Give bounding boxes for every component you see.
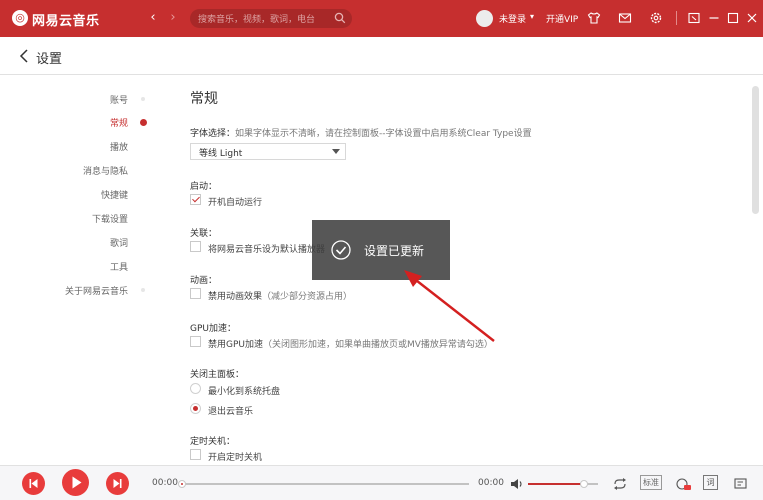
play-button[interactable] — [62, 469, 89, 496]
sidebar-item-shortcuts[interactable]: 快捷键 — [101, 188, 128, 201]
avatar[interactable] — [476, 10, 493, 27]
timer-option[interactable]: 开启定时关机 — [208, 450, 262, 463]
assoc-label: 关联： — [190, 229, 218, 239]
share-badge-icon[interactable] — [675, 476, 691, 492]
netease-logo-icon: ◎ — [12, 10, 28, 26]
progress-knob[interactable] — [178, 480, 186, 488]
chevron-down-icon — [332, 149, 340, 154]
playlist-icon[interactable] — [733, 476, 749, 492]
startup-option[interactable]: 开机自动运行 — [208, 195, 262, 208]
settings-header: 设置 — [0, 37, 763, 75]
toolbar-divider — [676, 11, 677, 25]
font-select-value: 等线 Light — [199, 149, 243, 159]
search-box[interactable]: 搜索音乐，视频，歌词，电台 — [190, 9, 352, 28]
sidebar-item-privacy[interactable]: 消息与隐私 — [83, 164, 128, 177]
animation-checkbox[interactable] — [190, 288, 201, 299]
progress-bar[interactable] — [178, 480, 469, 488]
radio-exit-app[interactable] — [190, 403, 201, 414]
player-bar: 00:00 00:00 标准 词 — [0, 465, 763, 500]
sidebar-dot — [141, 288, 145, 292]
sidebar-active-dot — [140, 119, 147, 126]
title-bar: ◎ 网易云音乐 ‹ › 搜索音乐，视频，歌词，电台 未登录 ▾ 开通VIP — [0, 0, 763, 37]
previous-button[interactable] — [22, 472, 45, 495]
sidebar-item-lyrics[interactable]: 歌词 — [110, 236, 128, 249]
play-icon — [72, 476, 82, 489]
scrollbar-thumb[interactable] — [752, 86, 759, 214]
skip-previous-icon — [29, 479, 38, 488]
search-icon[interactable] — [334, 12, 346, 24]
loop-mode-icon[interactable] — [612, 476, 628, 492]
font-select[interactable]: 等线 Light — [190, 143, 346, 160]
font-label: 字体选择：如果字体显示不清晰，请在控制面板--字体设置中启用系统Clear Ty… — [190, 126, 532, 139]
gpu-hint: （关闭图形加速，如果单曲播放页或MV播放异常请勾选） — [263, 340, 493, 350]
sidebar-item-playback[interactable]: 播放 — [110, 140, 128, 153]
gpu-option-text: 禁用GPU加速 — [208, 340, 263, 350]
mail-icon[interactable] — [617, 10, 633, 26]
maximize-icon[interactable] — [725, 10, 741, 26]
current-time: 00:00 — [152, 478, 178, 488]
section-title: 常规 — [190, 91, 218, 107]
lyrics-button[interactable]: 词 — [703, 475, 718, 490]
animation-option-text: 禁用动画效果 — [208, 292, 263, 302]
scrollbar[interactable] — [752, 80, 759, 458]
gpu-option[interactable]: 禁用GPU加速（关闭图形加速，如果单曲播放页或MV播放异常请勾选） — [208, 337, 493, 350]
sound-mode-button[interactable]: 标准 — [640, 475, 662, 490]
sidebar-item-download[interactable]: 下载设置 — [92, 212, 128, 225]
volume-slider[interactable] — [528, 480, 598, 488]
shirt-icon[interactable] — [586, 10, 602, 26]
startup-checkbox[interactable] — [190, 194, 201, 205]
page-title: 设置 — [36, 52, 63, 67]
font-hint: 如果字体显示不清晰，请在控制面板--字体设置中启用系统Clear Type设置 — [235, 129, 532, 139]
back-arrow-icon[interactable] — [18, 48, 30, 64]
animation-option[interactable]: 禁用动画效果（减少部分资源占用） — [208, 289, 352, 302]
search-input[interactable]: 搜索音乐，视频，歌词，电台 — [198, 12, 315, 25]
mini-mode-icon[interactable] — [686, 10, 702, 26]
timer-label: 定时关机： — [190, 437, 236, 447]
assoc-option[interactable]: 将网易云音乐设为默认播放器 — [208, 242, 325, 255]
volume-fill — [528, 483, 584, 485]
total-time: 00:00 — [478, 478, 504, 488]
toast-notification: 设置已更新 — [312, 220, 450, 280]
login-caret-icon[interactable]: ▾ — [530, 12, 534, 21]
sidebar-dot — [141, 97, 145, 101]
volume-knob[interactable] — [580, 480, 588, 488]
forward-nav-button[interactable]: › — [166, 11, 180, 26]
skip-next-icon — [113, 479, 122, 488]
gear-icon[interactable] — [648, 10, 664, 26]
minimize-icon[interactable] — [706, 10, 722, 26]
close-icon[interactable] — [744, 10, 760, 26]
timer-checkbox[interactable] — [190, 449, 201, 460]
radio-minimize-tray[interactable] — [190, 383, 201, 394]
animation-hint: （减少部分资源占用） — [262, 292, 353, 302]
sidebar-item-about[interactable]: 关于网易云音乐 — [65, 284, 128, 297]
sidebar-item-general[interactable]: 常规 — [110, 116, 128, 129]
gpu-checkbox[interactable] — [190, 336, 201, 347]
animation-label: 动画： — [190, 276, 218, 286]
sidebar-item-account[interactable]: 账号 — [110, 93, 128, 106]
settings-sidebar: 账号 常规 播放 消息与隐私 快捷键 下载设置 歌词 工具 关于网易云音乐 — [0, 75, 160, 465]
gpu-label: GPU加速： — [190, 324, 236, 334]
assoc-checkbox[interactable] — [190, 241, 201, 252]
vip-button[interactable]: 开通VIP — [546, 12, 578, 25]
toast-text: 设置已更新 — [364, 244, 425, 258]
startup-label: 启动： — [190, 182, 218, 192]
login-button[interactable]: 未登录 — [499, 12, 526, 25]
app-title: 网易云音乐 — [32, 14, 100, 29]
back-nav-button[interactable]: ‹ — [146, 11, 160, 26]
radio-exit-app-label[interactable]: 退出云音乐 — [208, 404, 253, 417]
volume-icon[interactable] — [509, 476, 525, 492]
sidebar-item-tools[interactable]: 工具 — [110, 260, 128, 273]
radio-minimize-tray-label[interactable]: 最小化到系统托盘 — [208, 384, 280, 397]
font-label-text: 字体选择： — [190, 129, 236, 139]
close-panel-label: 关闭主面板： — [190, 370, 245, 380]
check-circle-icon — [331, 240, 351, 260]
settings-content: 常规 字体选择：如果字体显示不清晰，请在控制面板--字体设置中启用系统Clear… — [190, 75, 740, 465]
next-button[interactable] — [106, 472, 129, 495]
